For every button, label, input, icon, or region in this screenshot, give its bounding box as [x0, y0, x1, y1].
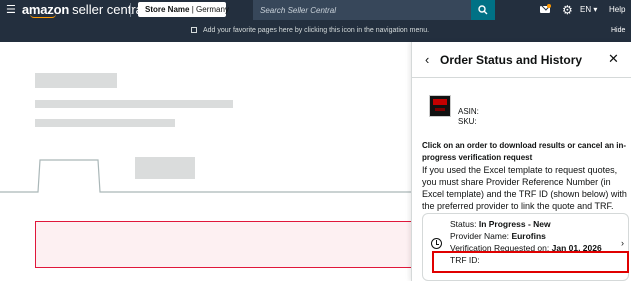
bookmark-icon	[191, 27, 197, 33]
trf-id-highlight	[432, 251, 629, 273]
gear-icon[interactable]: ⚙	[562, 3, 573, 17]
panel-title: Order Status and History	[440, 53, 583, 67]
step-divider-line	[0, 159, 420, 193]
error-alert-box	[35, 221, 420, 268]
favorites-hint: Add your favorite pages here by clicking…	[191, 26, 429, 36]
asin-label: ASIN:	[458, 107, 479, 116]
product-thumbnail	[429, 95, 451, 117]
help-link[interactable]: Help	[609, 4, 625, 16]
click-instruction: Click on an order to download results or…	[422, 141, 627, 162]
amazon-smile-icon	[30, 14, 56, 18]
status-label: Status:	[450, 219, 477, 229]
status-value: In Progress - New	[478, 219, 551, 229]
search-bar	[253, 0, 471, 21]
store-separator: |	[191, 5, 194, 14]
sku-label: SKU:	[458, 117, 477, 126]
panel-header: ‹ Order Status and History ✕	[412, 42, 631, 78]
loading-placeholder-line	[35, 119, 175, 127]
brand-suffix: seller central	[72, 2, 146, 17]
close-icon[interactable]: ✕	[608, 52, 619, 66]
loading-placeholder-title	[35, 73, 117, 88]
chevron-left-icon[interactable]: ‹	[425, 53, 429, 67]
chevron-right-icon[interactable]: ›	[621, 238, 624, 249]
hide-button[interactable]: Hide	[611, 26, 625, 36]
search-icon	[478, 5, 488, 15]
order-status-panel: ‹ Order Status and History ✕ ASIN: SKU: …	[411, 42, 631, 281]
nav-divider	[130, 3, 131, 17]
favorites-hint-text: Add your favorite pages here by clicking…	[203, 27, 430, 34]
clock-icon	[431, 238, 442, 249]
provider-label: Provider Name:	[450, 231, 510, 241]
favorites-bar: Add your favorite pages here by clicking…	[0, 20, 631, 42]
search-input[interactable]	[253, 0, 471, 21]
notification-dot	[547, 4, 551, 8]
search-button[interactable]	[471, 0, 495, 20]
store-country: Germany	[196, 5, 229, 14]
store-name-label: Store Name	[145, 5, 190, 14]
loading-placeholder-line	[35, 100, 233, 108]
provider-value: Eurofins	[511, 231, 546, 241]
excel-instruction: If you used the Excel template to reques…	[422, 165, 627, 211]
hamburger-icon[interactable]: ☰	[6, 2, 16, 18]
seller-central-logo[interactable]: ☰ amazon seller central	[6, 2, 146, 18]
order-status: Status: In Progress - New	[450, 219, 551, 230]
top-nav-bar: ☰ amazon seller central Store Name | Ger…	[0, 0, 631, 21]
language-selector[interactable]: EN ▾	[580, 4, 597, 16]
store-selector[interactable]: Store Name | Germany	[138, 2, 229, 17]
order-provider: Provider Name: Eurofins	[450, 231, 546, 242]
